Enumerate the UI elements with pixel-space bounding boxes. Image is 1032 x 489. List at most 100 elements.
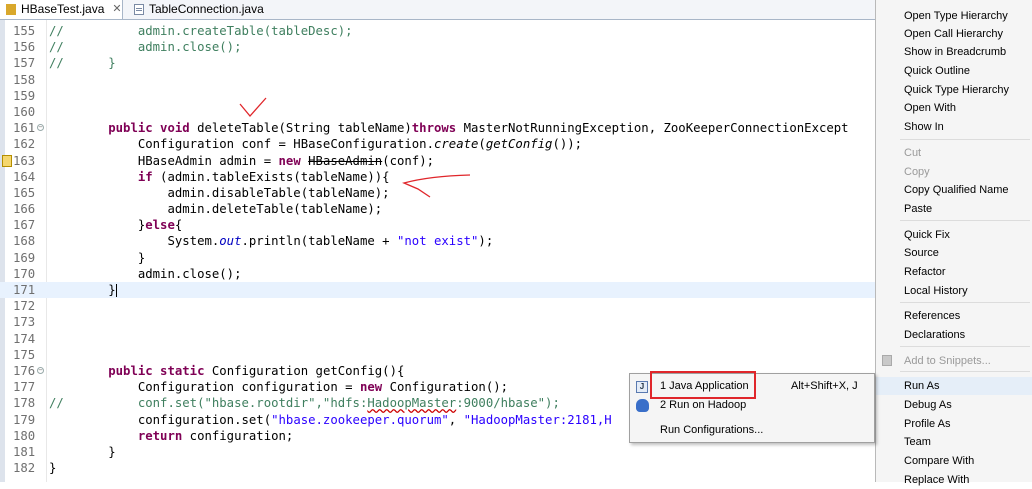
menu-item-run-as[interactable]: Run As xyxy=(876,377,1032,395)
code-line[interactable]: 164 if (admin.tableExists(tableName)){ xyxy=(0,169,875,185)
code-line[interactable]: 170 admin.close(); xyxy=(0,266,875,282)
menu-item-debug-as[interactable]: Debug As xyxy=(876,396,1032,414)
menu-item-label: Quick Type Hierarchy xyxy=(904,84,1009,96)
java-file-icon xyxy=(6,4,16,15)
menu-item-declarations[interactable]: Declarations xyxy=(876,326,1032,344)
hadoop-elephant-icon xyxy=(636,399,649,412)
fold-toggle-icon[interactable]: − xyxy=(37,124,44,132)
close-icon[interactable]: ✕ xyxy=(112,0,121,19)
code-line[interactable]: 160 xyxy=(0,104,875,120)
code-text: if (admin.tableExists(tableName)){ xyxy=(137,169,390,184)
menu-item-paste[interactable]: Paste xyxy=(876,200,1032,218)
line-number: 166 xyxy=(13,202,36,217)
menu-item-source[interactable]: Source xyxy=(876,244,1032,262)
menu-item-references[interactable]: References xyxy=(876,307,1032,325)
code-line[interactable]: 158 xyxy=(0,72,875,88)
line-number: 174 xyxy=(13,331,36,346)
menu-item-label: References xyxy=(904,310,961,322)
line-number: 182 xyxy=(13,461,36,476)
code-line[interactable]: 175 xyxy=(0,347,875,363)
code-line[interactable]: 172 xyxy=(0,298,875,314)
code-line[interactable]: 157 // } xyxy=(0,55,875,71)
menu-item-cut[interactable]: Cut xyxy=(876,144,1032,162)
menu-item-quick-type-hierarchy[interactable]: Quick Type Hierarchy xyxy=(876,81,1032,99)
code-line[interactable]: 156 // admin.close(); xyxy=(0,39,875,55)
code-line[interactable]: 181 } xyxy=(0,444,875,460)
code-text: // admin.close(); xyxy=(49,40,242,55)
code-line[interactable]: 163 HBaseAdmin admin = new HBaseAdmin(co… xyxy=(0,153,875,169)
tab-label: TableConnection.java xyxy=(149,2,264,16)
code-text: public void deleteTable(String tableName… xyxy=(108,121,849,136)
line-number: 161 xyxy=(13,121,36,136)
menu-item-java-application[interactable]: J 1 Java Application Alt+Shift+X, J xyxy=(630,371,874,399)
menu-item-copy[interactable]: Copy xyxy=(876,163,1032,181)
menu-item-copy-qualified-name[interactable]: Copy Qualified Name xyxy=(876,181,1032,199)
code-text: admin.disableTable(tableName); xyxy=(49,185,390,200)
menu-item-run-on-hadoop[interactable]: 2 Run on Hadoop xyxy=(630,396,874,415)
tab-hbasetest[interactable]: HBaseTest.java ✕ xyxy=(0,0,123,19)
line-number: 173 xyxy=(13,315,36,330)
menu-item-refactor[interactable]: Refactor xyxy=(876,263,1032,281)
code-text: configuration.set("hbase.zookeeper.quoru… xyxy=(49,412,612,427)
code-line[interactable]: 171 } xyxy=(0,282,875,299)
code-line[interactable]: 173 xyxy=(0,314,875,330)
code-text: Configuration configuration = new Config… xyxy=(49,380,509,395)
menu-item-open-call-hierarchy[interactable]: Open Call Hierarchy xyxy=(876,25,1032,43)
menu-item-open-with[interactable]: Open With xyxy=(876,99,1032,117)
menu-item-label: Profile As xyxy=(904,418,951,430)
java-file-icon xyxy=(134,4,144,15)
menu-item-add-to-snippets[interactable]: Add to Snippets... xyxy=(876,352,1032,370)
line-number: 179 xyxy=(13,412,36,427)
menu-item-label: Open Call Hierarchy xyxy=(904,28,1004,40)
menu-separator xyxy=(900,346,1030,347)
code-text: } xyxy=(49,250,146,265)
line-number: 178 xyxy=(13,396,36,411)
code-line[interactable]: 174 xyxy=(0,331,875,347)
menu-item-label: 2 Run on Hadoop xyxy=(660,399,747,411)
menu-item-team[interactable]: Team xyxy=(876,433,1032,451)
menu-item-profile-as[interactable]: Profile As xyxy=(876,415,1032,433)
code-line[interactable]: 169 } xyxy=(0,250,875,266)
line-number: 155 xyxy=(13,24,36,38)
line-number: 168 xyxy=(13,234,36,249)
tab-tableconnection[interactable]: TableConnection.java xyxy=(128,0,268,19)
menu-item-label: Show in Breadcrumb xyxy=(904,46,1007,58)
line-number: 175 xyxy=(13,347,36,362)
menu-item-compare-with[interactable]: Compare With xyxy=(876,452,1032,470)
menu-item-label: Run As xyxy=(904,380,940,392)
line-number: 167 xyxy=(13,218,36,233)
menu-separator xyxy=(900,220,1030,221)
menu-item-replace-with[interactable]: Replace With xyxy=(876,471,1032,489)
code-text: // admin.createTable(tableDesc); xyxy=(49,24,353,38)
menu-item-show-in[interactable]: Show In xyxy=(876,118,1032,136)
code-line[interactable]: 159 xyxy=(0,88,875,104)
warning-icon[interactable] xyxy=(2,154,12,167)
tab-label: HBaseTest.java xyxy=(21,2,105,16)
code-text: // } xyxy=(49,56,116,71)
code-line[interactable]: 166 admin.deleteTable(tableName); xyxy=(0,201,875,217)
code-line[interactable]: 182} xyxy=(0,460,875,476)
menu-item-label: Paste xyxy=(904,203,933,215)
code-line[interactable]: 168 System.out.println(tableName + "not … xyxy=(0,233,875,249)
menu-item-label: Replace With xyxy=(904,474,970,486)
line-number: 158 xyxy=(13,72,36,87)
line-number: 169 xyxy=(13,250,36,265)
menu-item-label: Debug As xyxy=(904,399,952,411)
menu-item-open-type-hierarchy[interactable]: Open Type Hierarchy xyxy=(876,7,1032,25)
menu-separator xyxy=(900,371,1030,372)
code-text: Configuration conf = HBaseConfiguration.… xyxy=(49,137,583,152)
code-line[interactable]: 162 Configuration conf = HBaseConfigurat… xyxy=(0,136,875,152)
fold-toggle-icon[interactable]: − xyxy=(37,366,44,374)
menu-item-local-history[interactable]: Local History xyxy=(876,282,1032,300)
menu-item-accelerator: Alt+Shift+X, J xyxy=(791,380,858,392)
code-line[interactable]: 165 admin.disableTable(tableName); xyxy=(0,185,875,201)
menu-item-run-configurations[interactable]: Run Configurations... xyxy=(630,421,874,440)
code-line[interactable]: 167 }else{ xyxy=(0,217,875,233)
menu-item-show-in-breadcrumb[interactable]: Show in Breadcrumb xyxy=(876,43,1032,61)
code-line[interactable]: 161− public void deleteTable(String tabl… xyxy=(0,120,875,136)
menu-item-label: Team xyxy=(904,436,931,448)
menu-item-quick-fix[interactable]: Quick Fix xyxy=(876,226,1032,244)
menu-item-quick-outline[interactable]: Quick Outline xyxy=(876,62,1032,80)
line-number: 177 xyxy=(13,380,36,395)
code-line[interactable]: 155 // admin.createTable(tableDesc); xyxy=(0,23,875,39)
